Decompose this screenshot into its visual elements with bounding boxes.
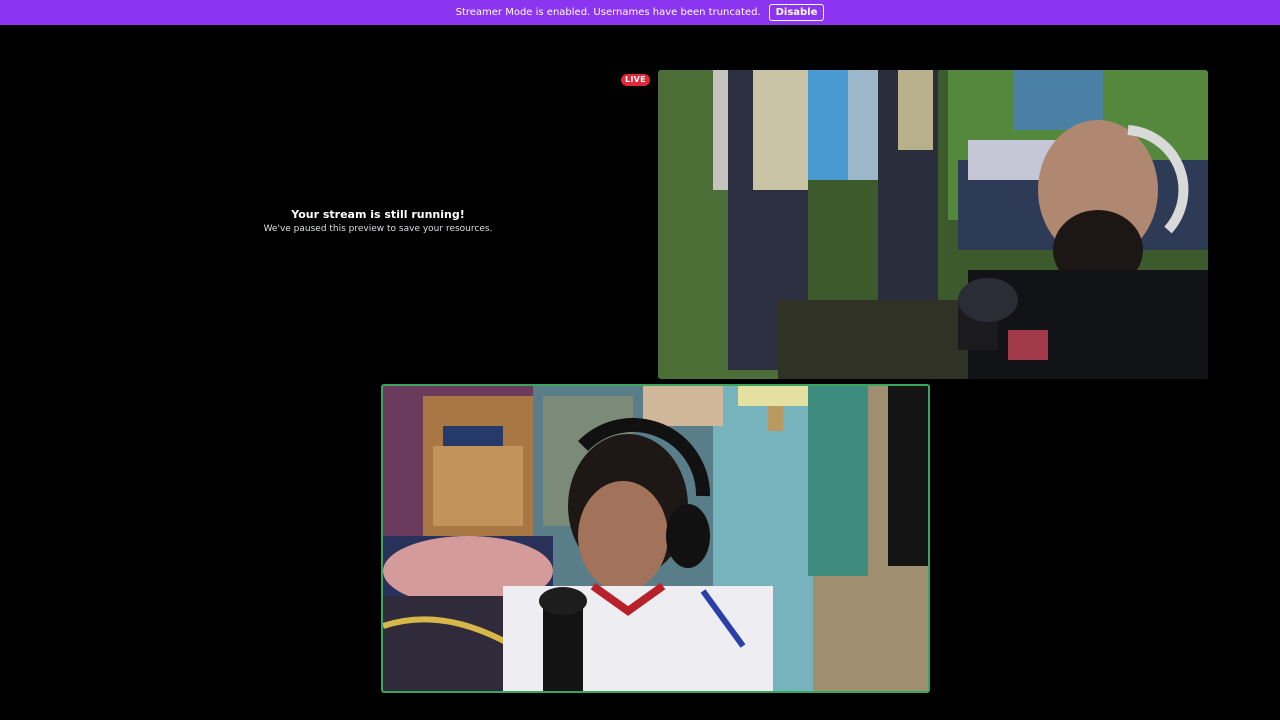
stream-paused-title: Your stream is still running! — [291, 208, 465, 221]
streamer-mode-text: Streamer Mode is enabled. Usernames have… — [455, 7, 761, 18]
stream-paused-message: Your stream is still running! We've paus… — [104, 208, 652, 234]
participant-video-tile[interactable] — [658, 70, 1208, 379]
participant-video-frame — [383, 386, 928, 691]
disable-streamer-mode-button[interactable]: Disable — [768, 4, 825, 21]
participant-video-frame — [658, 70, 1208, 379]
live-badge: LIVE — [621, 74, 650, 86]
stream-paused-subtitle: We've paused this preview to save your r… — [263, 224, 493, 234]
participant-video-tile-speaking[interactable] — [381, 384, 930, 693]
own-stream-preview[interactable]: Your stream is still running! We've paus… — [104, 70, 652, 378]
streamer-mode-banner: Streamer Mode is enabled. Usernames have… — [0, 0, 1280, 25]
call-view: Streamer Mode is enabled. Usernames have… — [0, 0, 1280, 720]
